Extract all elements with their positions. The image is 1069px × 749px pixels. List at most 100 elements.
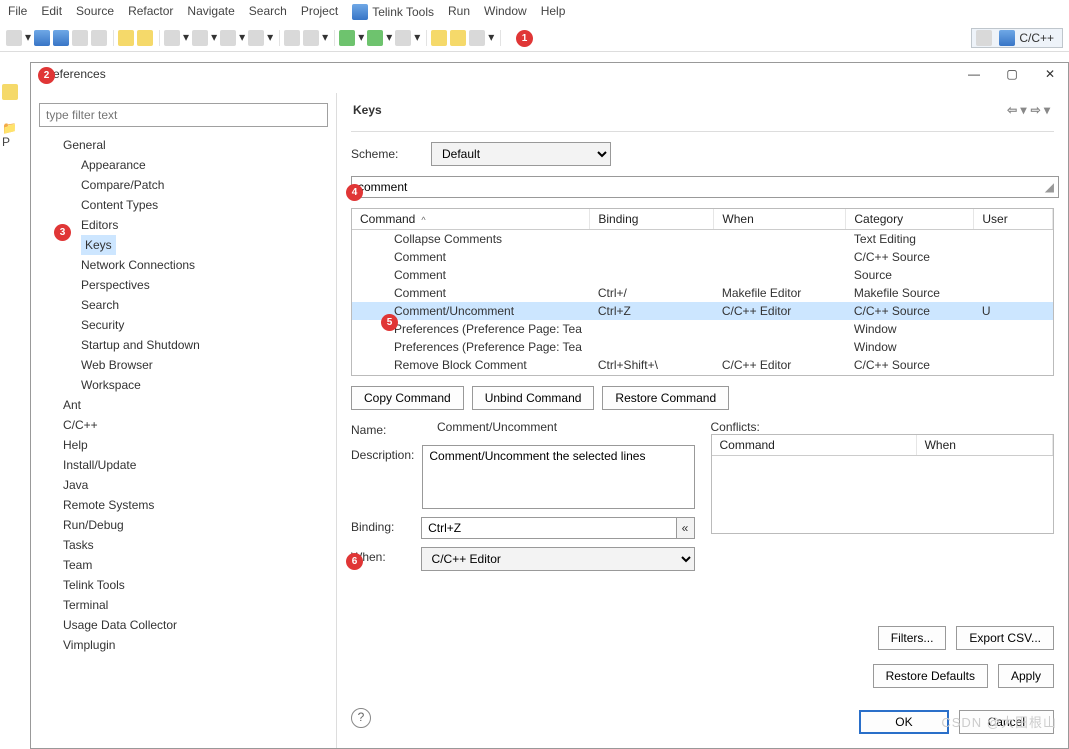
folder-icon[interactable] <box>431 30 447 46</box>
preference-tree[interactable]: General AppearanceCompare/PatchContent T… <box>39 135 328 655</box>
cfg-icon[interactable] <box>164 30 180 46</box>
menu-help[interactable]: Help <box>541 4 566 20</box>
wand2-icon[interactable] <box>137 30 153 46</box>
tree-terminal[interactable]: Terminal <box>63 595 328 615</box>
new-icon[interactable] <box>6 30 22 46</box>
ext-icon[interactable] <box>395 30 411 46</box>
menu-refactor[interactable]: Refactor <box>128 4 173 20</box>
folder2-icon[interactable] <box>450 30 466 46</box>
menu-edit[interactable]: Edit <box>41 4 62 20</box>
tree-remote-systems[interactable]: Remote Systems <box>63 495 328 515</box>
tree-search[interactable]: Search <box>81 295 328 315</box>
run-icon[interactable] <box>367 30 383 46</box>
tree-run-debug[interactable]: Run/Debug <box>63 515 328 535</box>
table-row[interactable]: CommentSource <box>352 266 1053 284</box>
close-button[interactable]: ✕ <box>1042 67 1058 81</box>
tree-c-c-[interactable]: C/C++ <box>63 415 328 435</box>
tree-help[interactable]: Help <box>63 435 328 455</box>
filters-button[interactable]: Filters... <box>878 626 947 650</box>
tree-keys[interactable]: Keys <box>81 235 328 255</box>
tree-telink-tools[interactable]: Telink Tools <box>63 575 328 595</box>
col-user[interactable]: User <box>974 209 1053 230</box>
col-when[interactable]: When <box>714 209 846 230</box>
back-icon[interactable]: ⇦ ▾ <box>1007 103 1026 117</box>
filter-input[interactable] <box>39 103 328 127</box>
hammer-icon[interactable] <box>303 30 319 46</box>
save-icon[interactable] <box>34 30 50 46</box>
conflicts-col-command[interactable]: Command <box>712 435 917 456</box>
clear-search-icon[interactable]: ◢ <box>1045 180 1054 194</box>
unbind-command-button[interactable]: Unbind Command <box>472 386 595 410</box>
table-row[interactable]: Collapse CommentsText Editing <box>352 230 1053 249</box>
ok-button[interactable]: OK <box>859 710 948 734</box>
table-row[interactable]: Preferences (Preference Page: TeaWindow <box>352 320 1053 338</box>
tree-appearance[interactable]: Appearance <box>81 155 328 175</box>
menu-run[interactable]: Run <box>448 4 470 20</box>
tree-general[interactable]: General <box>63 135 328 155</box>
save-all-icon[interactable] <box>53 30 69 46</box>
tree-team[interactable]: Team <box>63 555 328 575</box>
conflicts-table[interactable]: Command When <box>711 434 1055 534</box>
tree-network-connections[interactable]: Network Connections <box>81 255 328 275</box>
tree-editors[interactable]: Editors <box>81 215 328 235</box>
tree-web-browser[interactable]: Web Browser <box>81 355 328 375</box>
tree-perspectives[interactable]: Perspectives <box>81 275 328 295</box>
binary-icon[interactable] <box>91 30 107 46</box>
menu-project[interactable]: Project <box>301 4 338 20</box>
tree-usage-data-collector[interactable]: Usage Data Collector <box>63 615 328 635</box>
tree-install-update[interactable]: Install/Update <box>63 455 328 475</box>
cfg2-icon[interactable] <box>192 30 208 46</box>
table-row[interactable]: CommentCtrl+/Makefile EditorMakefile Sou… <box>352 284 1053 302</box>
cfg3-icon[interactable] <box>220 30 236 46</box>
persp-open-icon[interactable] <box>976 30 992 46</box>
wand-icon[interactable] <box>118 30 134 46</box>
menu-navigate[interactable]: Navigate <box>187 4 234 20</box>
perspective-switcher[interactable]: C/C++ <box>971 28 1063 48</box>
tree-startup-and-shutdown[interactable]: Startup and Shutdown <box>81 335 328 355</box>
cfg4-icon[interactable] <box>248 30 264 46</box>
apply-button[interactable]: Apply <box>998 664 1054 688</box>
key-bindings-table[interactable]: Command^ Binding When Category User Coll… <box>351 208 1054 376</box>
conflicts-col-when[interactable]: When <box>916 435 1052 456</box>
copy-command-button[interactable]: Copy Command <box>351 386 464 410</box>
menu-source[interactable]: Source <box>76 4 114 20</box>
forward-icon[interactable]: ⇨ ▾ <box>1031 103 1050 117</box>
tree-vimplugin[interactable]: Vimplugin <box>63 635 328 655</box>
table-row[interactable]: Preferences (Preference Page: TeaWindow <box>352 338 1053 356</box>
restore-command-button[interactable]: Restore Command <box>602 386 729 410</box>
menu-telink-tools[interactable]: Telink Tools <box>352 4 434 20</box>
description-box[interactable]: Comment/Uncomment the selected lines <box>422 445 694 509</box>
cancel-button[interactable]: Cancel <box>959 710 1054 734</box>
tree-java[interactable]: Java <box>63 475 328 495</box>
menu-search[interactable]: Search <box>249 4 287 20</box>
build-icon[interactable] <box>284 30 300 46</box>
binding-chevron-icon[interactable]: « <box>677 517 695 539</box>
col-category[interactable]: Category <box>846 209 974 230</box>
tree-ant[interactable]: Ant <box>63 395 328 415</box>
restore-defaults-button[interactable]: Restore Defaults <box>873 664 988 688</box>
table-row[interactable]: Remove Block CommentCtrl+Shift+\C/C++ Ed… <box>352 356 1053 374</box>
col-command[interactable]: Command^ <box>352 209 590 230</box>
command-search-input[interactable] <box>351 176 1059 198</box>
help-icon[interactable]: ? <box>351 708 371 728</box>
tree-workspace[interactable]: Workspace <box>81 375 328 395</box>
tree-compare-patch[interactable]: Compare/Patch <box>81 175 328 195</box>
table-row[interactable]: Comment/UncommentCtrl+ZC/C++ EditorC/C++… <box>352 302 1053 320</box>
maximize-button[interactable]: ▢ <box>1004 67 1020 81</box>
binding-input[interactable] <box>421 517 676 539</box>
debug-icon[interactable] <box>339 30 355 46</box>
print-icon[interactable] <box>72 30 88 46</box>
table-row[interactable]: CommentC/C++ Source <box>352 248 1053 266</box>
export-csv-button[interactable]: Export CSV... <box>956 626 1054 650</box>
pencil-icon[interactable] <box>469 30 485 46</box>
minimize-button[interactable]: — <box>966 67 982 81</box>
tree-tasks[interactable]: Tasks <box>63 535 328 555</box>
menu-file[interactable]: File <box>8 4 27 20</box>
menu-window[interactable]: Window <box>484 4 527 20</box>
when-select[interactable]: C/C++ Editor <box>421 547 695 571</box>
editor-strip-icon <box>2 84 18 100</box>
tree-security[interactable]: Security <box>81 315 328 335</box>
scheme-select[interactable]: Default <box>431 142 611 166</box>
tree-content-types[interactable]: Content Types <box>81 195 328 215</box>
col-binding[interactable]: Binding <box>590 209 714 230</box>
